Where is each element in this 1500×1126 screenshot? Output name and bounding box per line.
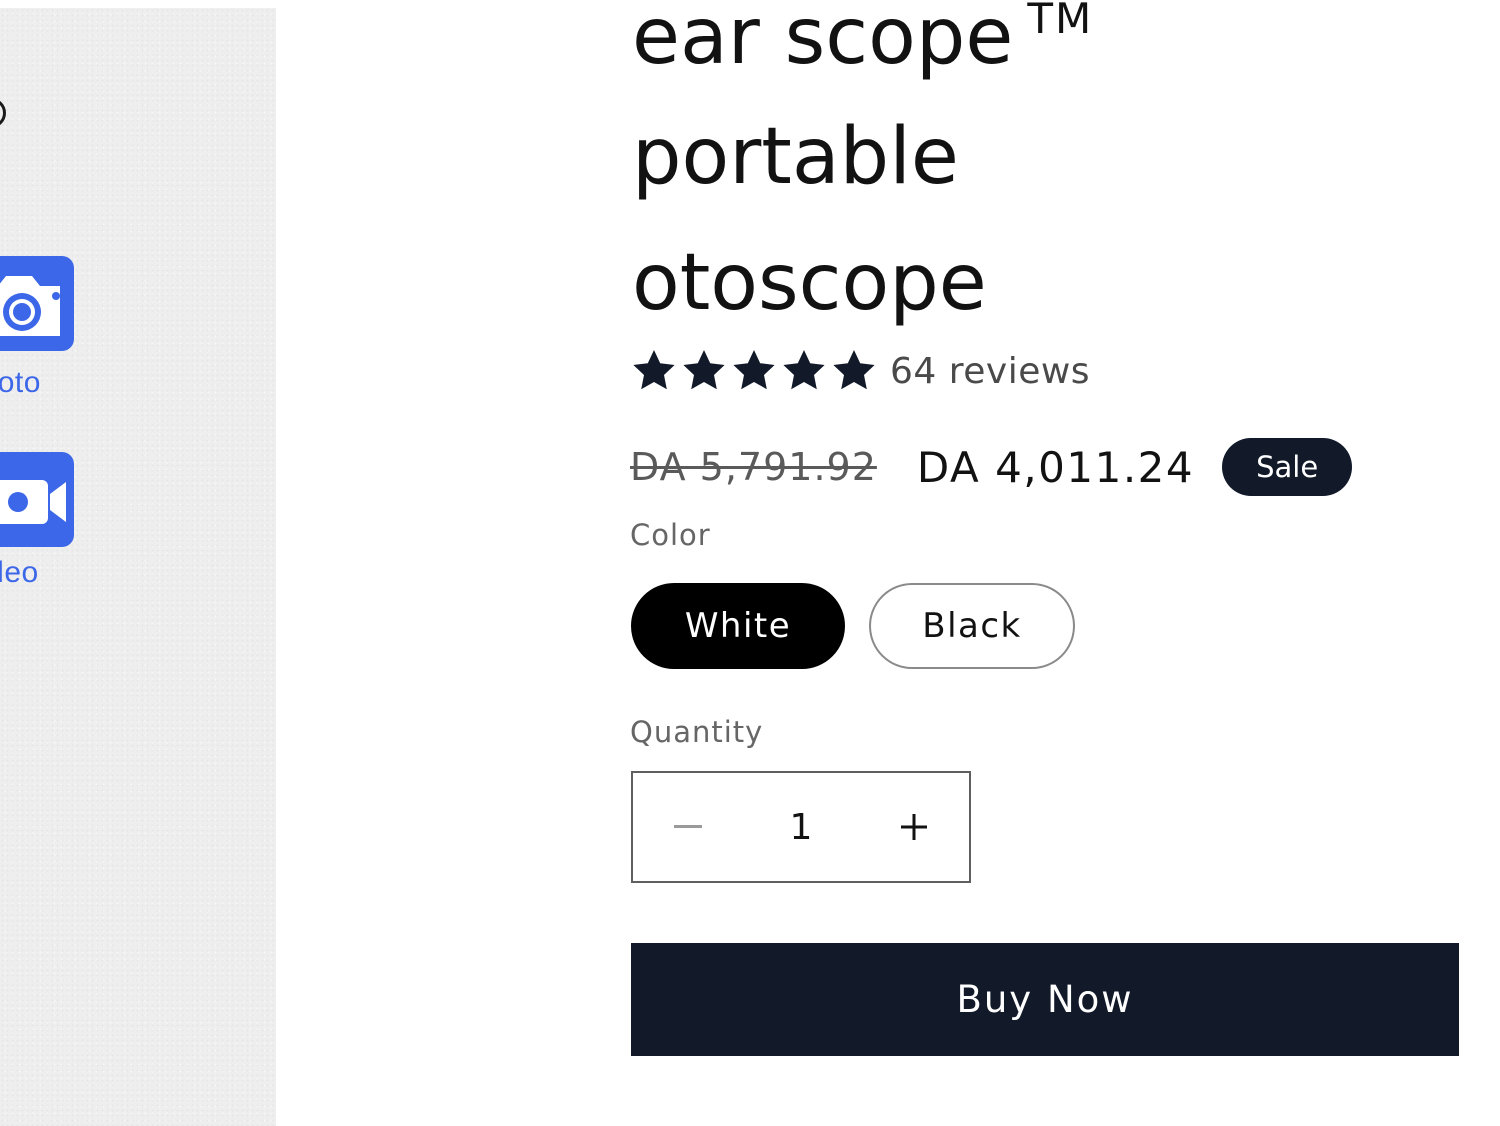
star-icon	[783, 350, 825, 390]
plus-icon	[901, 814, 927, 840]
star-icon	[683, 350, 725, 390]
product-title-line-3: otoscope	[632, 238, 987, 328]
color-option-black[interactable]: Black	[869, 583, 1075, 669]
photo-button[interactable]	[0, 256, 74, 351]
product-title-line-1: ear scope TM	[632, 0, 1093, 76]
quantity-increase-button[interactable]	[859, 773, 969, 881]
product-rating[interactable]: 64 reviews	[630, 348, 1090, 394]
product-page: Photo Video ear scopeTM portable otoscop…	[0, 0, 1500, 1126]
rating-stars	[630, 348, 878, 394]
photo-label: Photo	[0, 366, 41, 399]
video-camera-icon	[0, 480, 66, 524]
camera-icon	[0, 276, 60, 336]
minus-icon	[674, 825, 702, 828]
sale-badge: Sale	[1222, 438, 1353, 496]
quantity-decrease-button[interactable]	[633, 773, 743, 881]
product-title-line-2: portable	[632, 112, 959, 202]
star-icon	[833, 350, 875, 390]
video-label: Video	[0, 556, 39, 589]
sale-price: DA 4,011.24	[916, 442, 1195, 492]
product-media-panel: Photo Video	[0, 8, 276, 1126]
buy-now-button[interactable]: Buy Now	[631, 943, 1459, 1056]
review-count[interactable]: 64 reviews	[890, 351, 1090, 392]
star-icon	[733, 350, 775, 390]
quantity-stepper: 1	[631, 771, 971, 883]
price-row: DA 5,791.92 DA 4,011.24 Sale	[630, 438, 1353, 496]
quantity-input[interactable]: 1	[743, 807, 859, 848]
video-button[interactable]	[0, 452, 74, 547]
trademark-symbol: TM	[1027, 0, 1094, 43]
circle-icon[interactable]	[0, 98, 6, 128]
quantity-label: Quantity	[630, 715, 764, 749]
product-title-text-1: ear scope	[632, 0, 1014, 82]
star-icon	[633, 350, 675, 390]
color-option-white[interactable]: White	[631, 583, 845, 669]
color-label: Color	[630, 518, 711, 552]
compare-at-price: DA 5,791.92	[630, 445, 877, 489]
color-options: White Black	[631, 583, 1075, 669]
